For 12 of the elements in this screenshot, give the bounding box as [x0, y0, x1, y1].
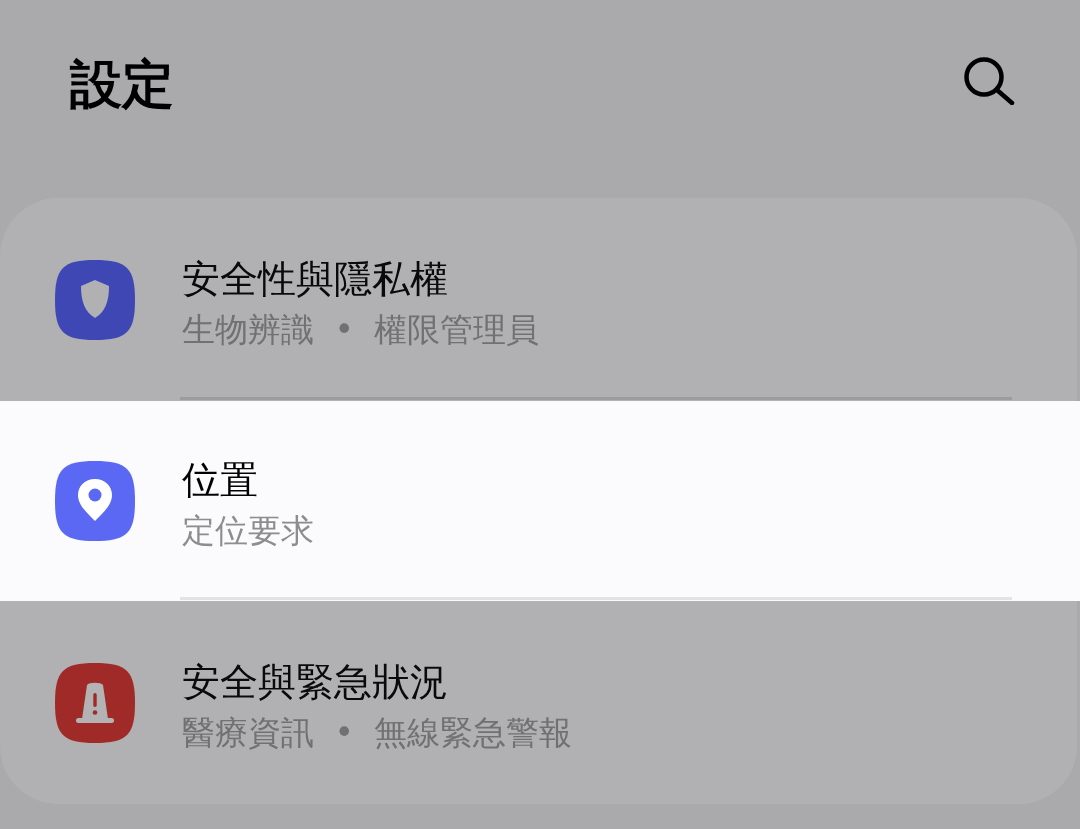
- item-subtitle: 醫療資訊 • 無線緊急警報: [182, 711, 573, 754]
- page-title: 設定: [70, 53, 174, 116]
- settings-item[interactable]: 安全與緊急狀況 醫療資訊 • 無線緊急警報: [0, 601, 1077, 804]
- item-title: 安全性與隱私權: [182, 255, 449, 303]
- item-subtitle: 定位要求: [182, 510, 314, 552]
- search-button[interactable]: [964, 57, 1016, 105]
- item-title: 安全與緊急狀況: [182, 658, 449, 706]
- item-title: 位置: [182, 457, 259, 504]
- search-icon: [964, 57, 1016, 105]
- settings-item[interactable]: 位置 定位要求: [0, 401, 1080, 601]
- settings-item[interactable]: 安全性與隱私權 生物辨識 • 權限管理員: [0, 198, 1077, 401]
- item-subtitle: 生物辨識 • 權限管理員: [182, 308, 540, 351]
